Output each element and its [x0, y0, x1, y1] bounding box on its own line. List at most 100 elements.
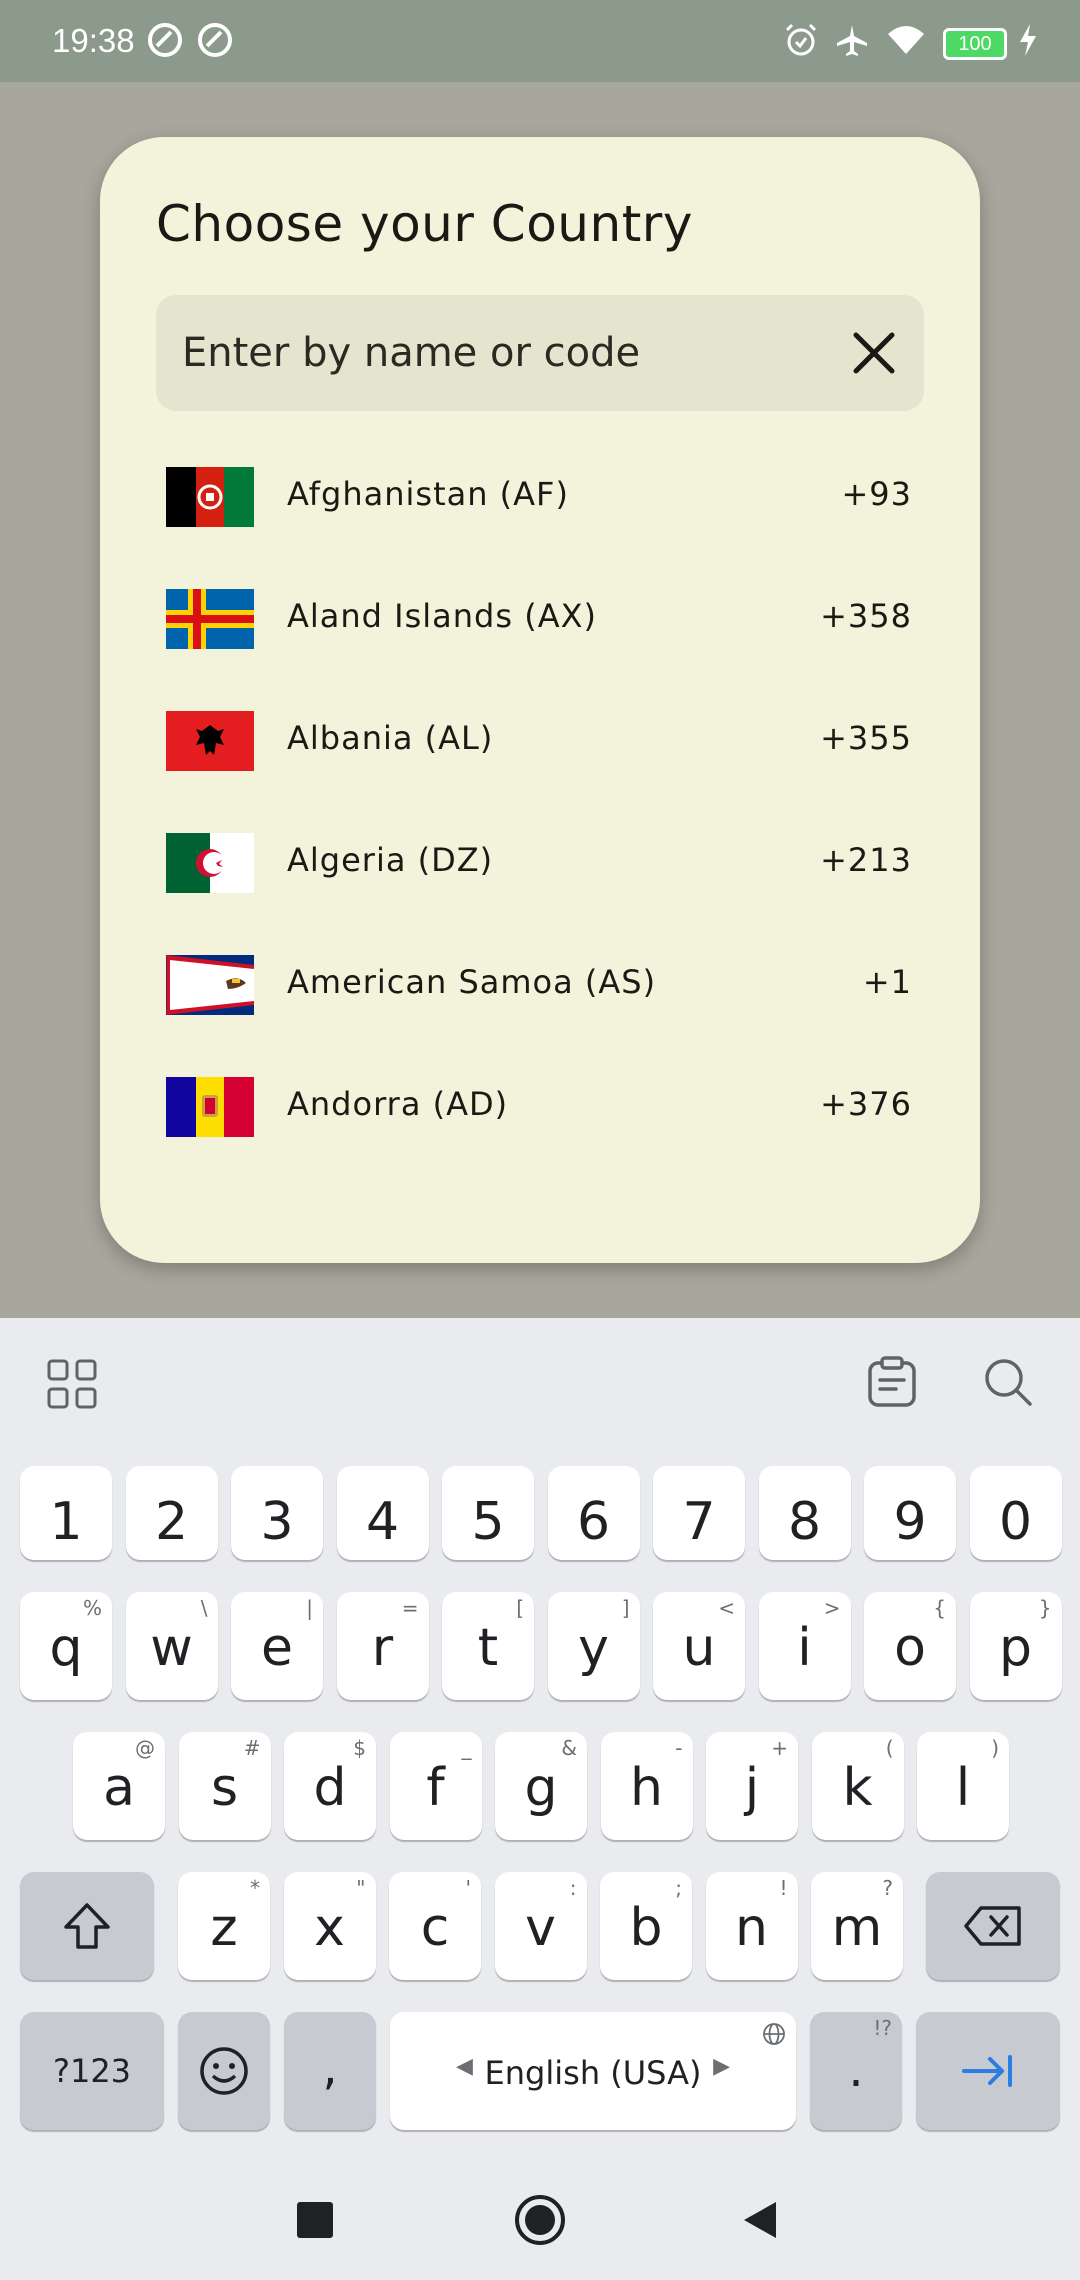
- dial-code: +358: [820, 597, 912, 635]
- letter-key[interactable]: ? m: [811, 1872, 903, 1980]
- battery-level: 100: [958, 33, 992, 55]
- close-icon[interactable]: [852, 331, 896, 375]
- home-icon[interactable]: [514, 2194, 566, 2246]
- shift-key[interactable]: [20, 1872, 154, 1980]
- number-key[interactable]: 6: [547, 1466, 640, 1560]
- key-label: g: [524, 1758, 558, 1818]
- letter-key[interactable]: :v: [494, 1872, 587, 1980]
- american-samoa-flag-icon: [166, 955, 254, 1015]
- letter-key[interactable]: ! n: [705, 1872, 798, 1980]
- key-label: b: [629, 1898, 663, 1958]
- letter-key[interactable]: $ d: [284, 1732, 376, 1840]
- key-hint: (: [885, 1736, 894, 1760]
- key-hint: *: [250, 1876, 260, 1900]
- letter-key[interactable]: _ f: [389, 1732, 482, 1840]
- letter-key[interactable]: (k: [811, 1732, 904, 1840]
- letter-key[interactable]: ) l: [917, 1732, 1009, 1840]
- letter-key[interactable]: @ a: [73, 1732, 165, 1840]
- number-key[interactable]: 2: [125, 1466, 218, 1560]
- search-icon[interactable]: [982, 1356, 1034, 1408]
- back-icon[interactable]: [742, 2200, 778, 2240]
- backspace-key[interactable]: [926, 1872, 1060, 1980]
- aland-islands-flag-icon: [166, 589, 254, 649]
- period-key[interactable]: !? .: [810, 2012, 902, 2130]
- key-hint: ;: [675, 1876, 682, 1900]
- key-hint: -: [675, 1736, 683, 1760]
- key-label: n: [735, 1898, 768, 1958]
- country-row[interactable]: American Samoa (AS) +1: [156, 925, 924, 1047]
- letter-key[interactable]: " x: [283, 1872, 376, 1980]
- at-sign-icon: [148, 23, 182, 57]
- apps-grid-icon[interactable]: [46, 1358, 98, 1410]
- key-hint: %: [82, 1596, 102, 1620]
- country-row[interactable]: Algeria (DZ) +213: [156, 803, 924, 925]
- key-hint: #: [243, 1736, 261, 1760]
- backspace-icon: [964, 1906, 1021, 1946]
- letter-key[interactable]: [t: [442, 1592, 534, 1700]
- letter-key[interactable]: {o: [864, 1592, 956, 1700]
- comma-key[interactable]: ,: [284, 2012, 376, 2130]
- dial-code: +213: [820, 841, 912, 879]
- key-hint: \: [200, 1596, 208, 1620]
- key-label: c: [420, 1898, 450, 1958]
- key-label: t: [477, 1618, 499, 1678]
- number-key[interactable]: 8: [758, 1466, 851, 1560]
- recents-icon[interactable]: [297, 2202, 333, 2238]
- arrow-right-icon: ▶: [713, 2054, 730, 2079]
- dial-code: +93: [841, 475, 912, 513]
- number-key[interactable]: 5: [442, 1466, 534, 1560]
- search-box: [156, 295, 924, 411]
- letter-key[interactable]: + j: [706, 1732, 798, 1840]
- letter-key[interactable]: = r: [336, 1592, 429, 1700]
- letter-key[interactable]: < u: [653, 1592, 745, 1700]
- number-key[interactable]: 9: [864, 1466, 956, 1560]
- key-label: 7: [682, 1492, 716, 1552]
- key-hint: ?: [882, 1876, 893, 1900]
- number-key[interactable]: 4: [336, 1466, 429, 1560]
- key-hint: [: [516, 1596, 524, 1620]
- key-hint: :: [569, 1876, 577, 1900]
- clipboard-icon[interactable]: [866, 1356, 918, 1408]
- emoji-key[interactable]: [178, 2012, 270, 2130]
- letter-key[interactable]: ; b: [600, 1872, 692, 1980]
- search-input[interactable]: [182, 295, 822, 411]
- key-hint: &: [561, 1736, 577, 1760]
- soft-keyboard: 1 2 3 4 5 6 7 8 9 0% q \ w | e = r[t] y < u > i{o} p @ a # s $ d _ f & g…: [0, 1318, 1080, 2280]
- key-hint: !: [779, 1876, 788, 1900]
- key-hint: $: [353, 1736, 366, 1760]
- key-hint: ": [356, 1876, 366, 1900]
- letter-key[interactable]: # s: [178, 1732, 271, 1840]
- letter-key[interactable]: & g: [495, 1732, 587, 1840]
- letter-key[interactable]: > i: [758, 1592, 851, 1700]
- key-label: a: [103, 1758, 135, 1818]
- number-key[interactable]: 3: [231, 1466, 323, 1560]
- letter-key[interactable]: ' c: [389, 1872, 481, 1980]
- letter-key[interactable]: ] y: [547, 1592, 640, 1700]
- key-label: 3: [260, 1492, 294, 1552]
- letter-key[interactable]: } p: [969, 1592, 1062, 1700]
- andorra-flag-icon: [166, 1077, 254, 1137]
- country-row[interactable]: Albania (AL) +355: [156, 681, 924, 803]
- next-key[interactable]: [916, 2012, 1060, 2130]
- letter-key[interactable]: % q: [20, 1592, 112, 1700]
- key-hint: @: [135, 1736, 155, 1760]
- navigation-bar: [0, 2170, 1080, 2280]
- space-key[interactable]: ◀ English (USA) ▶: [390, 2012, 796, 2130]
- key-label: u: [682, 1618, 716, 1678]
- number-key[interactable]: 0: [969, 1466, 1062, 1560]
- key-hint: >: [823, 1596, 841, 1620]
- key-label: p: [998, 1618, 1032, 1678]
- symbols-key-label: ?123: [52, 2052, 132, 2090]
- battery-icon: 100: [943, 28, 1007, 60]
- letter-key[interactable]: -h: [600, 1732, 693, 1840]
- letter-key[interactable]: * z: [178, 1872, 270, 1980]
- country-row[interactable]: Andorra (AD) +376: [156, 1047, 924, 1169]
- letter-key[interactable]: | e: [231, 1592, 323, 1700]
- letter-key[interactable]: \ w: [125, 1592, 218, 1700]
- country-row[interactable]: Aland Islands (AX) +358: [156, 559, 924, 681]
- country-row[interactable]: Afghanistan (AF) +93: [156, 437, 924, 559]
- number-key[interactable]: 1: [20, 1466, 112, 1560]
- key-label: r: [371, 1618, 394, 1678]
- number-key[interactable]: 7: [653, 1466, 745, 1560]
- symbols-key[interactable]: ?123: [20, 2012, 164, 2130]
